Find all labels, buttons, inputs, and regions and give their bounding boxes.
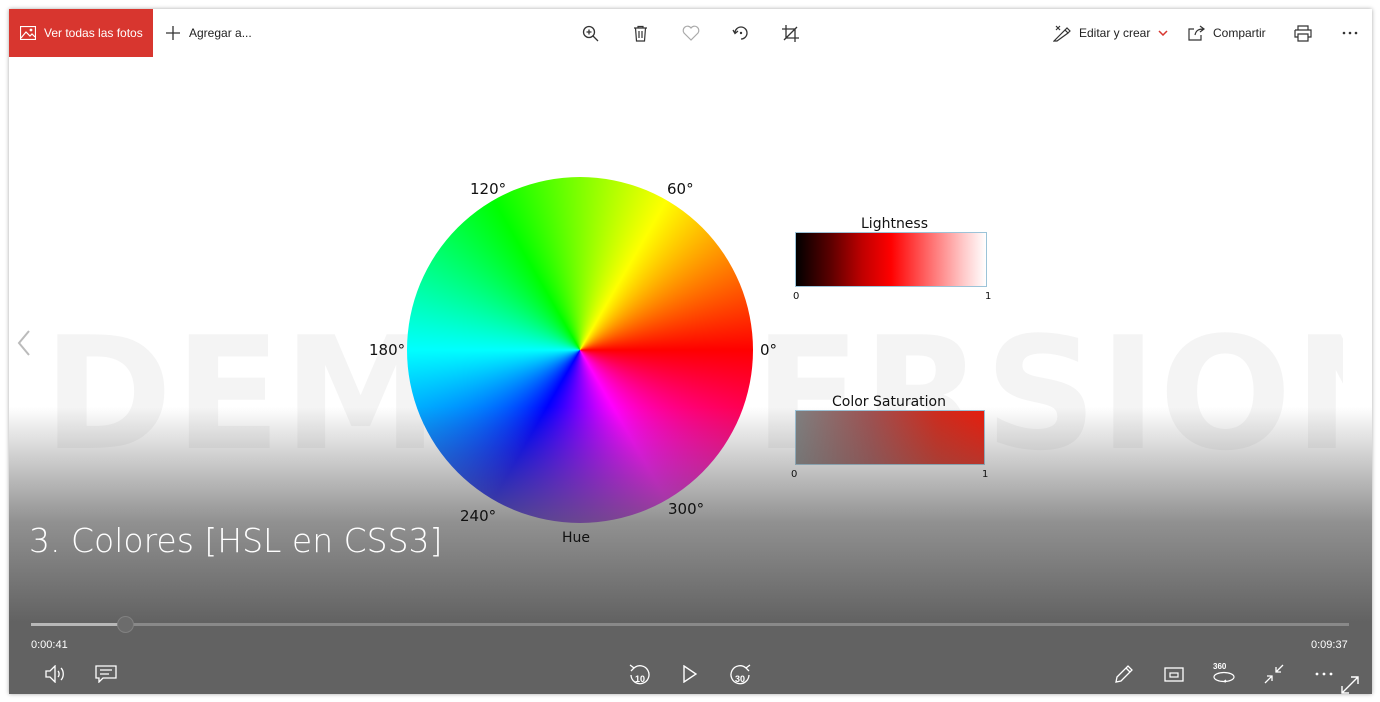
video-title: 3. Colores [HSL en CSS3]: [29, 521, 443, 560]
chevron-left-icon: [17, 330, 30, 356]
view-all-photos-label: Ver todas las fotos: [44, 26, 143, 40]
wheel-label-120: 120°: [470, 180, 507, 198]
chevron-down-icon: [1158, 30, 1168, 36]
more-icon: [1342, 31, 1358, 35]
pencil-icon: [1115, 665, 1133, 683]
previous-item-button[interactable]: [11, 325, 35, 361]
print-icon: [1294, 24, 1312, 42]
edit-video-button[interactable]: [1107, 657, 1141, 691]
view-360-button[interactable]: 360: [1207, 657, 1241, 691]
volume-icon: [45, 665, 64, 683]
current-time: 0:00:41: [31, 639, 68, 651]
edit-create-label: Editar y crear: [1079, 26, 1151, 40]
crop-icon: [782, 24, 799, 42]
resize-button[interactable]: [1335, 673, 1365, 694]
captions-button[interactable]: [89, 657, 123, 691]
photos-app-window: Ver todas las fotos Agregar a... Editar …: [9, 9, 1372, 694]
plus-icon: [166, 26, 180, 40]
lightness-title: Lightness: [861, 216, 929, 232]
volume-button[interactable]: [39, 657, 73, 691]
rotate-button[interactable]: [732, 9, 750, 57]
seek-thumb[interactable]: [116, 616, 134, 633]
photos-icon: [20, 26, 36, 40]
view-360-label: 360: [1213, 662, 1227, 671]
exit-fullscreen-button[interactable]: [1257, 657, 1291, 691]
share-button[interactable]: Compartir: [1188, 9, 1266, 57]
rotate-icon: [732, 26, 748, 40]
zoom-in-icon: [582, 25, 599, 41]
edit-create-button[interactable]: Editar y crear: [1053, 9, 1168, 57]
top-toolbar: Ver todas las fotos Agregar a... Editar …: [9, 9, 1372, 57]
wheel-label-0: 0°: [760, 341, 778, 359]
saturation-max-label: 1: [982, 469, 989, 480]
skip-back-label: 10: [635, 674, 646, 684]
seek-progress: [31, 623, 125, 626]
wheel-label-180: 180°: [369, 341, 406, 359]
share-label: Compartir: [1213, 26, 1266, 40]
view-all-photos-button[interactable]: Ver todas las fotos: [9, 9, 153, 57]
lightness-max-label: 1: [985, 291, 992, 302]
more-options-button[interactable]: [1342, 9, 1358, 57]
zoom-in-button[interactable]: [582, 9, 599, 57]
delete-icon: [634, 25, 647, 42]
crop-button[interactable]: [782, 9, 799, 57]
total-time: 0:09:37: [1311, 639, 1348, 651]
resize-diagonal-icon: [1341, 676, 1359, 694]
heart-icon: [682, 25, 700, 41]
play-icon: [683, 665, 697, 683]
collapse-icon: [1264, 664, 1284, 684]
delete-button[interactable]: [633, 9, 648, 57]
wheel-label-60: 60°: [667, 180, 694, 198]
edit-create-icon: [1053, 25, 1071, 42]
skip-forward-label: 30: [735, 674, 746, 684]
media-stage: DEMO VERSION 120° 60° 180° 0° Lightness …: [9, 57, 1372, 694]
captions-icon: [95, 665, 117, 683]
add-to-label: Agregar a...: [189, 26, 252, 40]
wheel-label-300: 300°: [668, 500, 705, 518]
print-button[interactable]: [1294, 9, 1312, 57]
skip-back-button[interactable]: 10: [623, 657, 657, 691]
skip-forward-button[interactable]: 30: [723, 657, 757, 691]
favorite-button[interactable]: [682, 9, 700, 57]
saturation-min-label: 0: [791, 469, 798, 480]
lightness-min-label: 0: [793, 291, 800, 302]
more-icon: [1315, 672, 1333, 676]
play-button[interactable]: [673, 657, 707, 691]
hue-label: Hue: [562, 530, 591, 546]
mini-view-button[interactable]: [1157, 657, 1191, 691]
wheel-label-240: 240°: [460, 507, 497, 525]
share-icon: [1188, 25, 1205, 41]
mini-view-icon: [1164, 666, 1184, 682]
lightness-gradient-bar: [795, 232, 987, 287]
add-to-button[interactable]: Agregar a...: [165, 9, 252, 57]
seek-bar[interactable]: [31, 616, 1349, 633]
